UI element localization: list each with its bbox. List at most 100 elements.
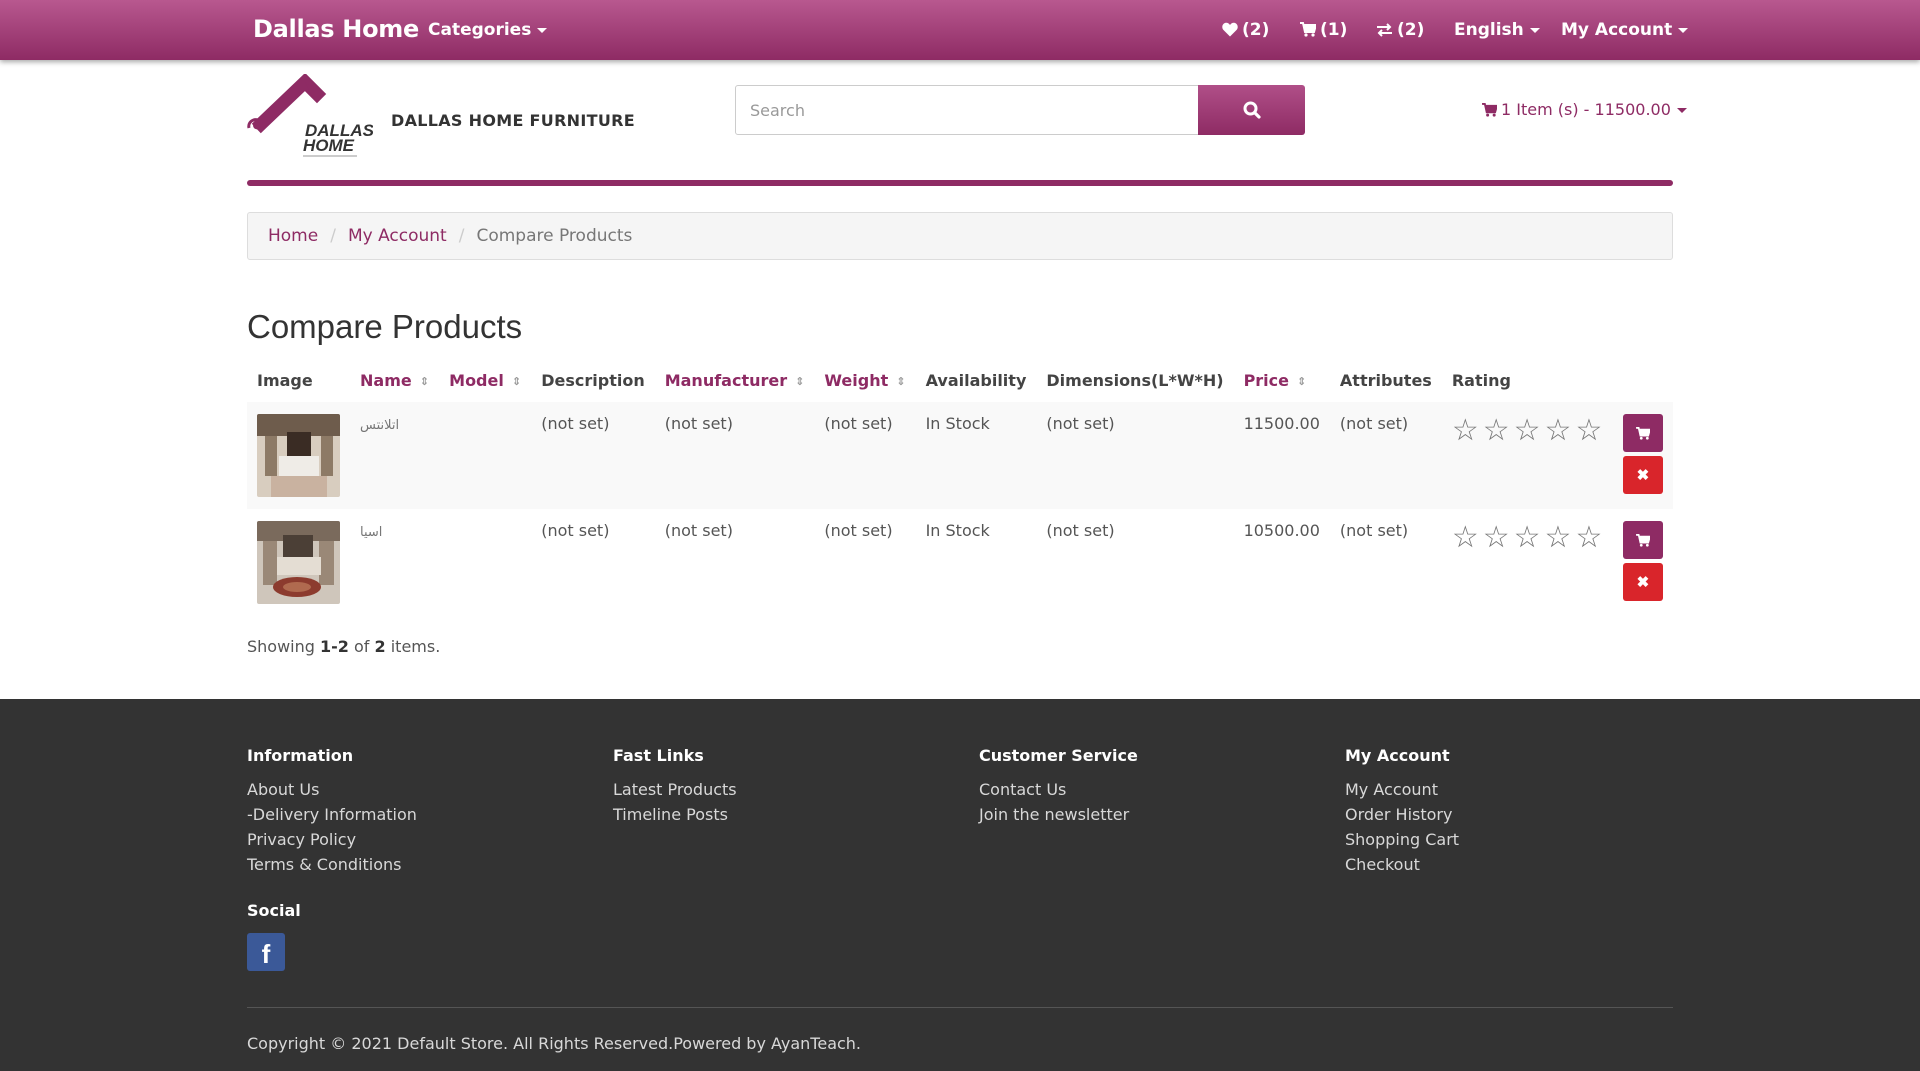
search-icon [1243,101,1261,119]
compare-link[interactable]: (2) [1376,20,1424,40]
product-name-cell: اسيا [350,509,439,616]
column-header-model-label: Model [449,370,504,390]
star-empty-icon: ☆ [1451,520,1479,555]
star-empty-icon: ☆ [1513,520,1541,555]
categories-dropdown[interactable]: Categories [428,20,548,40]
column-header-rating: Rating [1451,370,1511,390]
column-header-availability: Availability [925,370,1027,390]
footer-link-delivery-information[interactable]: -Delivery Information [247,805,417,824]
footer-my-account: My Account My Account Order History Shop… [1345,746,1459,877]
shopping-cart-icon [1636,533,1650,547]
breadcrumb-my-account[interactable]: My Account [348,226,447,246]
product-price-cell: 11500.00 [1233,402,1330,509]
cart-link[interactable]: (1) [1300,20,1347,40]
table-row: اتلانتس (not set) (not set) (not set) In… [247,402,1673,509]
footer-link-terms[interactable]: Terms & Conditions [247,855,401,874]
summary-total: 2 [374,637,386,656]
footer: Information About Us -Delivery Informati… [0,699,1920,1071]
product-attributes-cell: (not set) [1329,402,1442,509]
product-name-cell: اتلانتس [350,402,440,509]
footer-link-timeline-posts[interactable]: Timeline Posts [613,805,728,824]
footer-link-my-account[interactable]: My Account [1345,780,1438,799]
product-manufacturer-cell: (not set) [664,521,733,540]
breadcrumb-separator: / [458,226,465,246]
chevron-down-icon [1678,27,1689,33]
footer-link-privacy-policy[interactable]: Privacy Policy [247,830,356,849]
column-header-dimensions: Dimensions(L*W*H) [1046,370,1224,390]
add-to-cart-button[interactable] [1622,521,1663,559]
compare-table: Image Name ⇕ Model ⇕ Description Manufactu… [247,358,1673,616]
product-description-cell: (not set) [541,521,610,540]
product-weight-cell: (not set) [814,402,916,509]
store-logo[interactable]: DALLAS HOME [247,72,375,158]
product-rating-cell: ☆ ☆ ☆ ☆ ☆ [1441,402,1613,509]
facebook-button[interactable]: f [247,933,285,971]
column-header-model[interactable]: Model ⇕ [439,358,531,402]
footer-link-contact-us[interactable]: Contact Us [979,780,1066,799]
svg-text:HOME: HOME [303,136,355,155]
account-dropdown[interactable]: My Account [1561,20,1689,40]
footer-heading: Fast Links [613,746,704,765]
breadcrumb-current: Compare Products [476,226,633,246]
product-attributes-cell: (not set) [1339,521,1409,540]
wishlist-link[interactable]: (2) [1222,20,1269,40]
sort-icon: ⇕ [419,374,429,388]
remove-button[interactable]: ✖ [1622,456,1663,494]
shopping-cart-icon [1482,103,1499,117]
product-thumbnail-link[interactable] [257,414,340,497]
star-empty-icon: ☆ [1575,520,1603,555]
column-header-name[interactable]: Name ⇕ [350,358,439,402]
column-header-name-label: Name [360,370,412,390]
product-thumbnail [257,414,340,497]
footer-link-newsletter[interactable]: Join the newsletter [979,805,1129,824]
product-description-cell: (not set) [531,402,655,509]
footer-link-latest-products[interactable]: Latest Products [613,780,737,799]
brand-link[interactable]: Dallas Home [253,15,419,43]
column-header-price[interactable]: Price ⇕ [1234,358,1330,402]
column-header-weight[interactable]: Weight ⇕ [814,358,915,402]
compare-count: (2) [1397,20,1425,40]
footer-link-order-history[interactable]: Order History [1345,805,1452,824]
search-button[interactable] [1198,85,1305,135]
product-name-link[interactable]: اتلانتس [360,418,399,433]
product-name-link[interactable]: اسيا [360,525,382,540]
column-header-manufacturer[interactable]: Manufacturer ⇕ [655,358,815,402]
chevron-down-icon [1676,108,1687,113]
footer-information: Information About Us -Delivery Informati… [247,746,417,877]
product-thumbnail-link[interactable] [257,521,340,604]
language-dropdown[interactable]: English [1454,20,1540,40]
footer-fast-links: Fast Links Latest Products Timeline Post… [613,746,737,827]
add-to-cart-button[interactable] [1622,414,1663,452]
star-empty-icon: ☆ [1513,413,1541,448]
column-header-manufacturer-label: Manufacturer [664,370,788,390]
search-input[interactable] [735,85,1199,135]
page-title: Compare Products [247,308,523,345]
product-thumbnail [257,521,340,604]
rating-stars: ☆ ☆ ☆ ☆ ☆ [1452,414,1603,446]
product-model-cell [439,402,532,509]
star-empty-icon: ☆ [1451,413,1479,448]
sort-icon: ⇕ [1297,374,1307,388]
close-icon: ✖ [1636,574,1650,591]
footer-link-about-us[interactable]: About Us [247,780,319,799]
breadcrumb-home[interactable]: Home [268,226,318,246]
product-actions-cell: ✖ [1613,509,1673,616]
table-row: اسيا (not set) (not set) (not set) In St… [247,509,1673,616]
remove-button[interactable]: ✖ [1622,563,1663,601]
column-header-price-label: Price [1243,370,1289,390]
star-empty-icon: ☆ [1482,413,1510,448]
star-empty-icon: ☆ [1482,520,1510,555]
footer-heading: My Account [1345,746,1450,765]
cart-summary-dropdown[interactable]: 1 Item (s) - 11500.00 [1482,100,1687,119]
copyright-text: Copyright © 2021 Default Store. All Righ… [247,1034,862,1053]
chevron-down-icon [537,27,548,33]
summary-range: 1-2 [320,637,349,656]
footer-link-shopping-cart[interactable]: Shopping Cart [1345,830,1459,849]
product-manufacturer-cell: (not set) [654,402,815,509]
categories-label: Categories [428,20,532,40]
sort-icon: ⇕ [511,374,522,388]
product-image-cell [247,509,350,616]
footer-link-checkout[interactable]: Checkout [1345,855,1420,874]
product-availability-cell: In Stock [925,521,990,540]
product-dimensions-cell: (not set) [1046,521,1115,540]
